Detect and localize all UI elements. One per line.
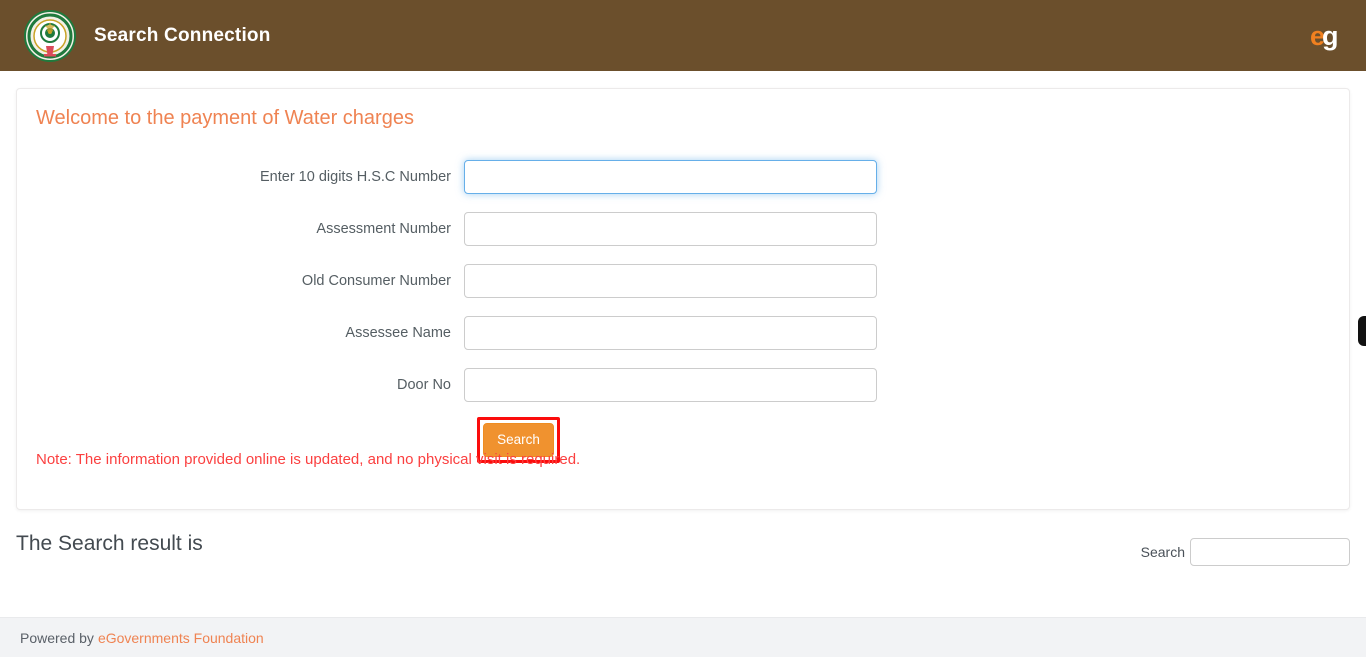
egov-logo-g: g xyxy=(1322,20,1339,51)
form-row-assessment-number: Assessment Number xyxy=(17,203,1349,255)
search-form: Enter 10 digits H.S.C Number Assessment … xyxy=(17,151,1349,469)
page-title: Search Connection xyxy=(94,24,271,46)
assessee-name-input[interactable] xyxy=(464,316,877,350)
info-note: Note: The information provided online is… xyxy=(36,451,581,468)
hsc-number-input[interactable] xyxy=(464,160,877,194)
assessment-number-input[interactable] xyxy=(464,212,877,246)
label-door-no: Door No xyxy=(397,377,451,393)
footer-powered-by-text: Powered by xyxy=(20,629,94,646)
form-row-old-consumer-number: Old Consumer Number xyxy=(17,255,1349,307)
old-consumer-number-input[interactable] xyxy=(464,264,877,298)
ap-government-emblem-icon xyxy=(24,9,76,62)
door-no-input[interactable] xyxy=(464,368,877,402)
app-header: Search Connection e g xyxy=(0,0,1366,71)
results-search-label: Search xyxy=(1140,544,1185,560)
label-assessee-name: Assessee Name xyxy=(345,325,451,341)
footer-link-egovernments[interactable]: eGovernments Foundation xyxy=(98,630,264,646)
footer-powered-by: Powered by eGovernments Foundation xyxy=(20,630,264,646)
form-row-door-no: Door No xyxy=(17,359,1349,411)
results-table-search: Search xyxy=(1141,538,1350,566)
card-title: Welcome to the payment of Water charges xyxy=(36,107,414,129)
search-connection-card: Welcome to the payment of Water charges … xyxy=(16,88,1350,510)
form-row-assessee-name: Assessee Name xyxy=(17,307,1349,359)
results-search-input[interactable] xyxy=(1190,538,1350,566)
label-assessment-number: Assessment Number xyxy=(316,221,451,237)
app-footer: Powered by eGovernments Foundation xyxy=(0,617,1366,657)
label-hsc-number: Enter 10 digits H.S.C Number xyxy=(260,169,451,185)
label-old-consumer-number: Old Consumer Number xyxy=(301,273,451,289)
search-results-section: The Search result is Search xyxy=(0,522,1366,582)
egov-logo-icon[interactable]: e g xyxy=(1310,21,1344,51)
form-row-hsc-number: Enter 10 digits H.S.C Number xyxy=(17,151,1349,203)
side-panel-tab[interactable] xyxy=(1358,316,1366,346)
search-results-title: The Search result is xyxy=(16,532,203,555)
